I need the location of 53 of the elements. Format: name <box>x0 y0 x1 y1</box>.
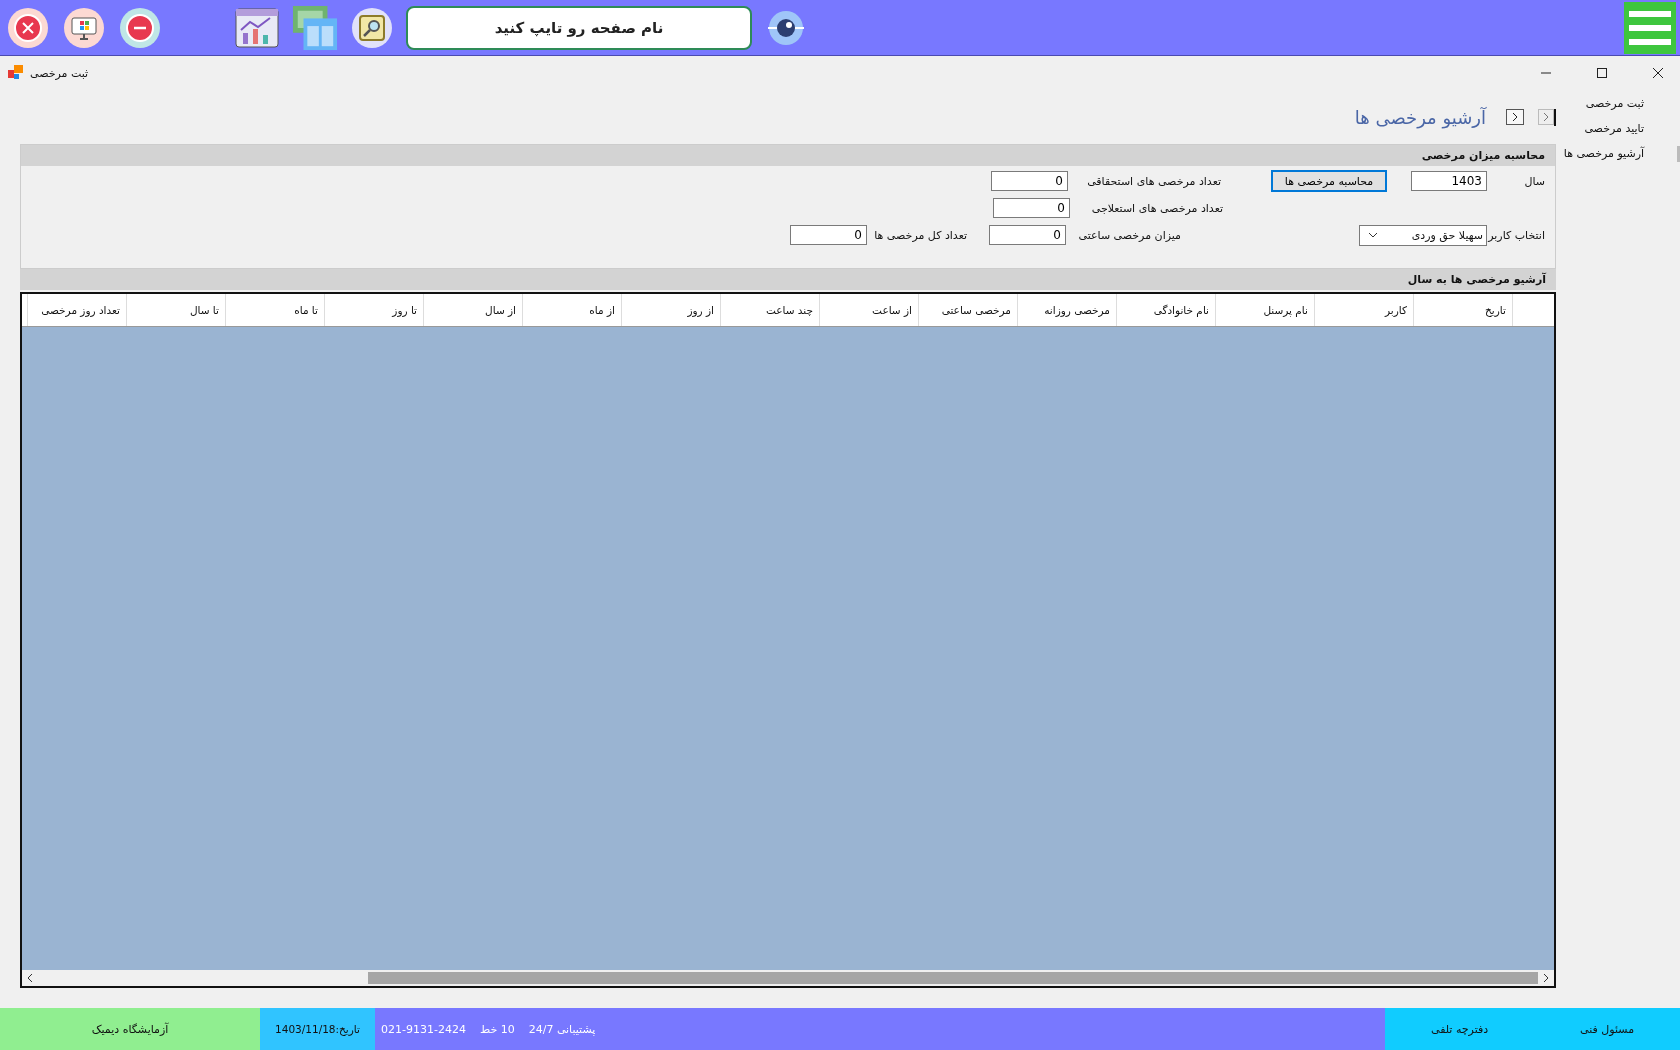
sidebar-item[interactable]: تایید مرخصی <box>1556 121 1680 137</box>
field-label: سال <box>1523 174 1545 188</box>
column-header[interactable]: مرخصی ساعتی <box>918 294 1017 326</box>
group-header: محاسبه میزان مرخصی <box>21 145 1555 166</box>
count-field[interactable]: 0 <box>991 171 1068 191</box>
support-text: 10 خط <box>479 1022 515 1036</box>
close-icon[interactable] <box>1652 67 1664 79</box>
year-field[interactable]: 1403 <box>1411 171 1487 191</box>
column-header[interactable]: از ماه <box>522 294 621 326</box>
search-field[interactable]: نام صفحه رو تایپ کنید <box>406 5 752 50</box>
monitor-icon[interactable] <box>62 5 106 50</box>
maximize-icon[interactable] <box>1596 67 1608 79</box>
lab-name: آزمایشگاه دیمیک <box>91 1022 169 1036</box>
status-link[interactable]: مسئول فنی <box>1576 1020 1639 1038</box>
column-header[interactable]: تا سال <box>126 294 225 326</box>
status-link[interactable]: دفترچه تلفی <box>1427 1020 1493 1038</box>
support-text: 021-9131-2424 <box>381 1022 466 1036</box>
search-icon[interactable] <box>350 5 394 50</box>
column-header[interactable]: از روز <box>621 294 720 326</box>
field-label: تعداد کل مرخصی ها <box>875 228 967 242</box>
section-header: آرشیو مرخصی ها به سال <box>20 269 1556 290</box>
chevron-icon[interactable] <box>1538 108 1556 126</box>
count-field[interactable]: 0 <box>993 198 1070 218</box>
app-icon <box>8 65 24 81</box>
total-field[interactable]: 0 <box>790 225 867 245</box>
horizontal-scrollbar[interactable] <box>22 970 1554 986</box>
chevron-down-icon <box>1368 232 1378 238</box>
date-text: تاریخ:1403/11/18 <box>275 1023 360 1035</box>
column-header[interactable]: تا ماه <box>225 294 324 326</box>
column-header[interactable]: چند ساعت <box>720 294 819 326</box>
calculate-button[interactable]: محاسبه مرخصی ها <box>1271 170 1387 192</box>
field-label: تعداد مرخصی های استعلاجی <box>1090 201 1223 215</box>
column-header[interactable]: از سال <box>423 294 522 326</box>
column-header[interactable]: تاریخ <box>1413 294 1512 326</box>
column-header[interactable]: تعداد روز مرخصی <box>27 294 126 326</box>
column-header[interactable]: از ساعت <box>819 294 918 326</box>
column-header[interactable]: نام پرسنل <box>1215 294 1314 326</box>
chevron-icon[interactable] <box>1506 108 1524 126</box>
field-label: میزان مرخصی ساعتی <box>1077 228 1181 242</box>
column-header[interactable]: مرخصی روزانه <box>1017 294 1116 326</box>
support-text: پشتیبانی 24/7 <box>528 1022 596 1036</box>
column-header[interactable]: نام خانوادگی <box>1116 294 1215 326</box>
user-dropdown[interactable]: سهیلا حق وردی <box>1359 224 1487 246</box>
page-title: آرشیو مرخصی ها <box>1354 106 1486 128</box>
sidebar-item[interactable]: ثبت مرخصی <box>1556 96 1680 112</box>
window-title: ثبت مرخصی <box>30 66 89 80</box>
column-header[interactable]: کاربر <box>1314 294 1413 326</box>
field-label: انتخاب کاربر <box>1489 228 1545 242</box>
column-header[interactable]: تا روز <box>324 294 423 326</box>
field-label: تعداد مرخصی های استحقاقی <box>1086 174 1221 188</box>
minus-icon[interactable] <box>118 5 162 50</box>
windows-icon[interactable] <box>292 4 338 51</box>
hours-field[interactable]: 0 <box>989 225 1066 245</box>
